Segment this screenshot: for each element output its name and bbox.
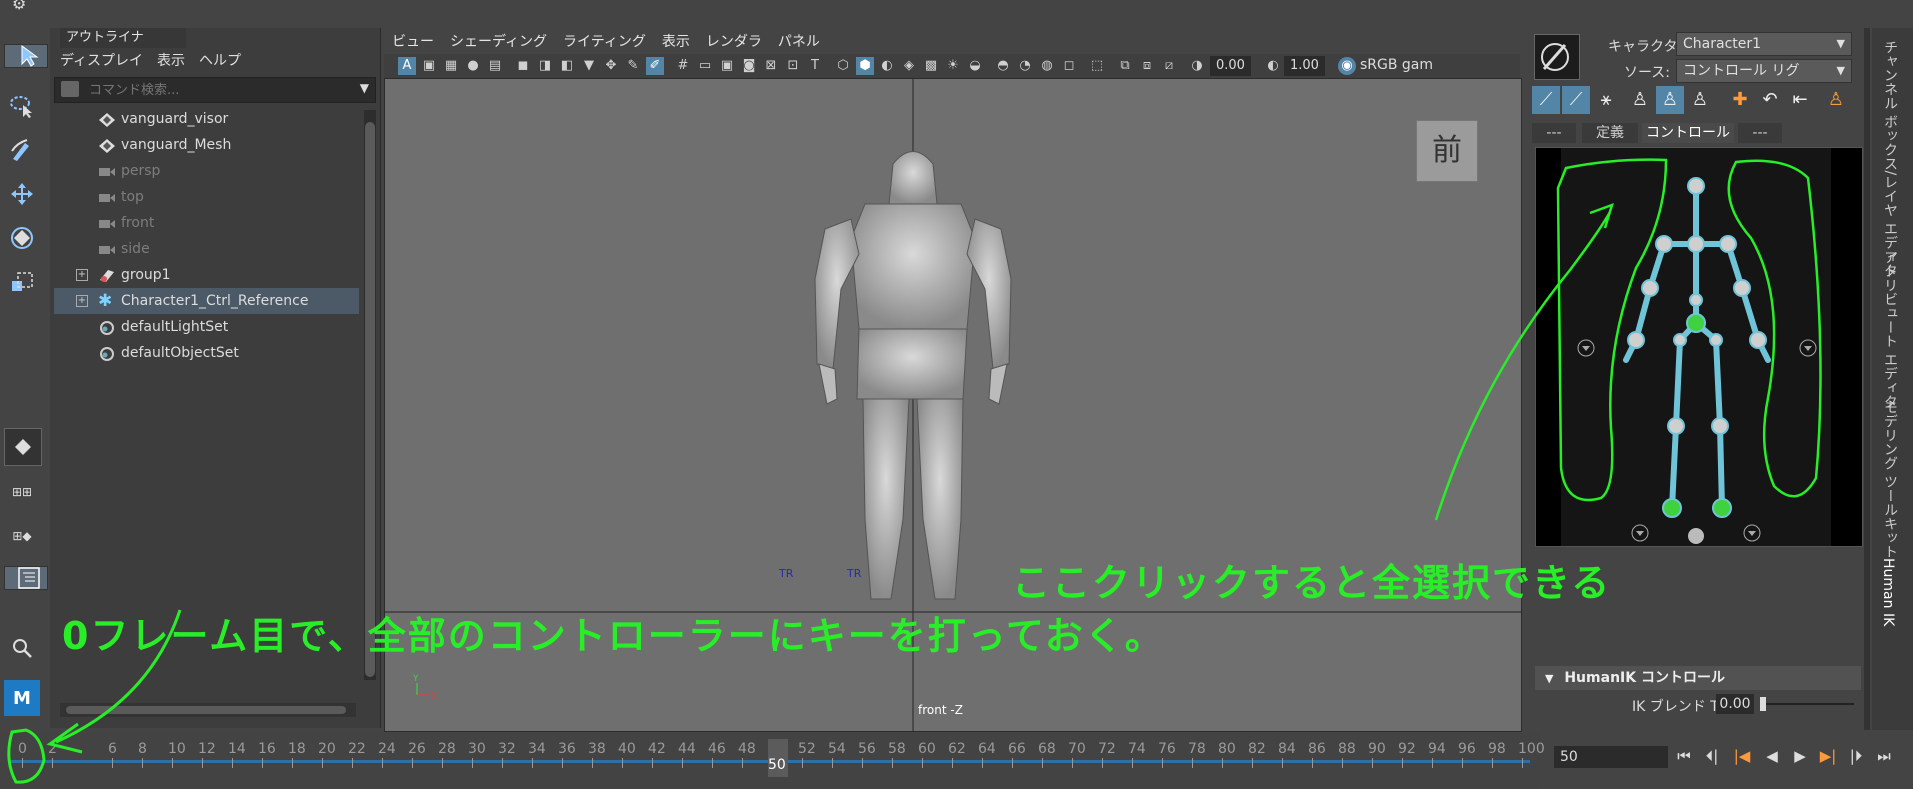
annotation-arrows bbox=[7, 202, 1614, 784]
